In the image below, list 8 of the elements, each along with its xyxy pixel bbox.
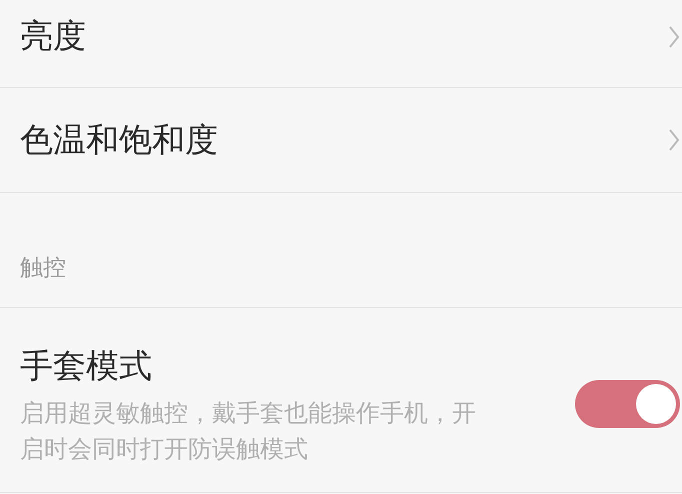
chevron-icon[interactable] [668,128,680,152]
chevron-icon[interactable] [668,24,680,48]
setting-label: 色温和饱和度 [20,118,218,160]
section-header: 触控 [20,254,66,283]
toggle-switch[interactable] [575,380,680,428]
setting-label: 亮度 [20,15,86,57]
setting-label: 手套模式 [20,345,153,387]
setting-description: 启用超灵敏触控，戴手套也能操作手机，开启时会同时打开防误触模式 [20,398,477,465]
